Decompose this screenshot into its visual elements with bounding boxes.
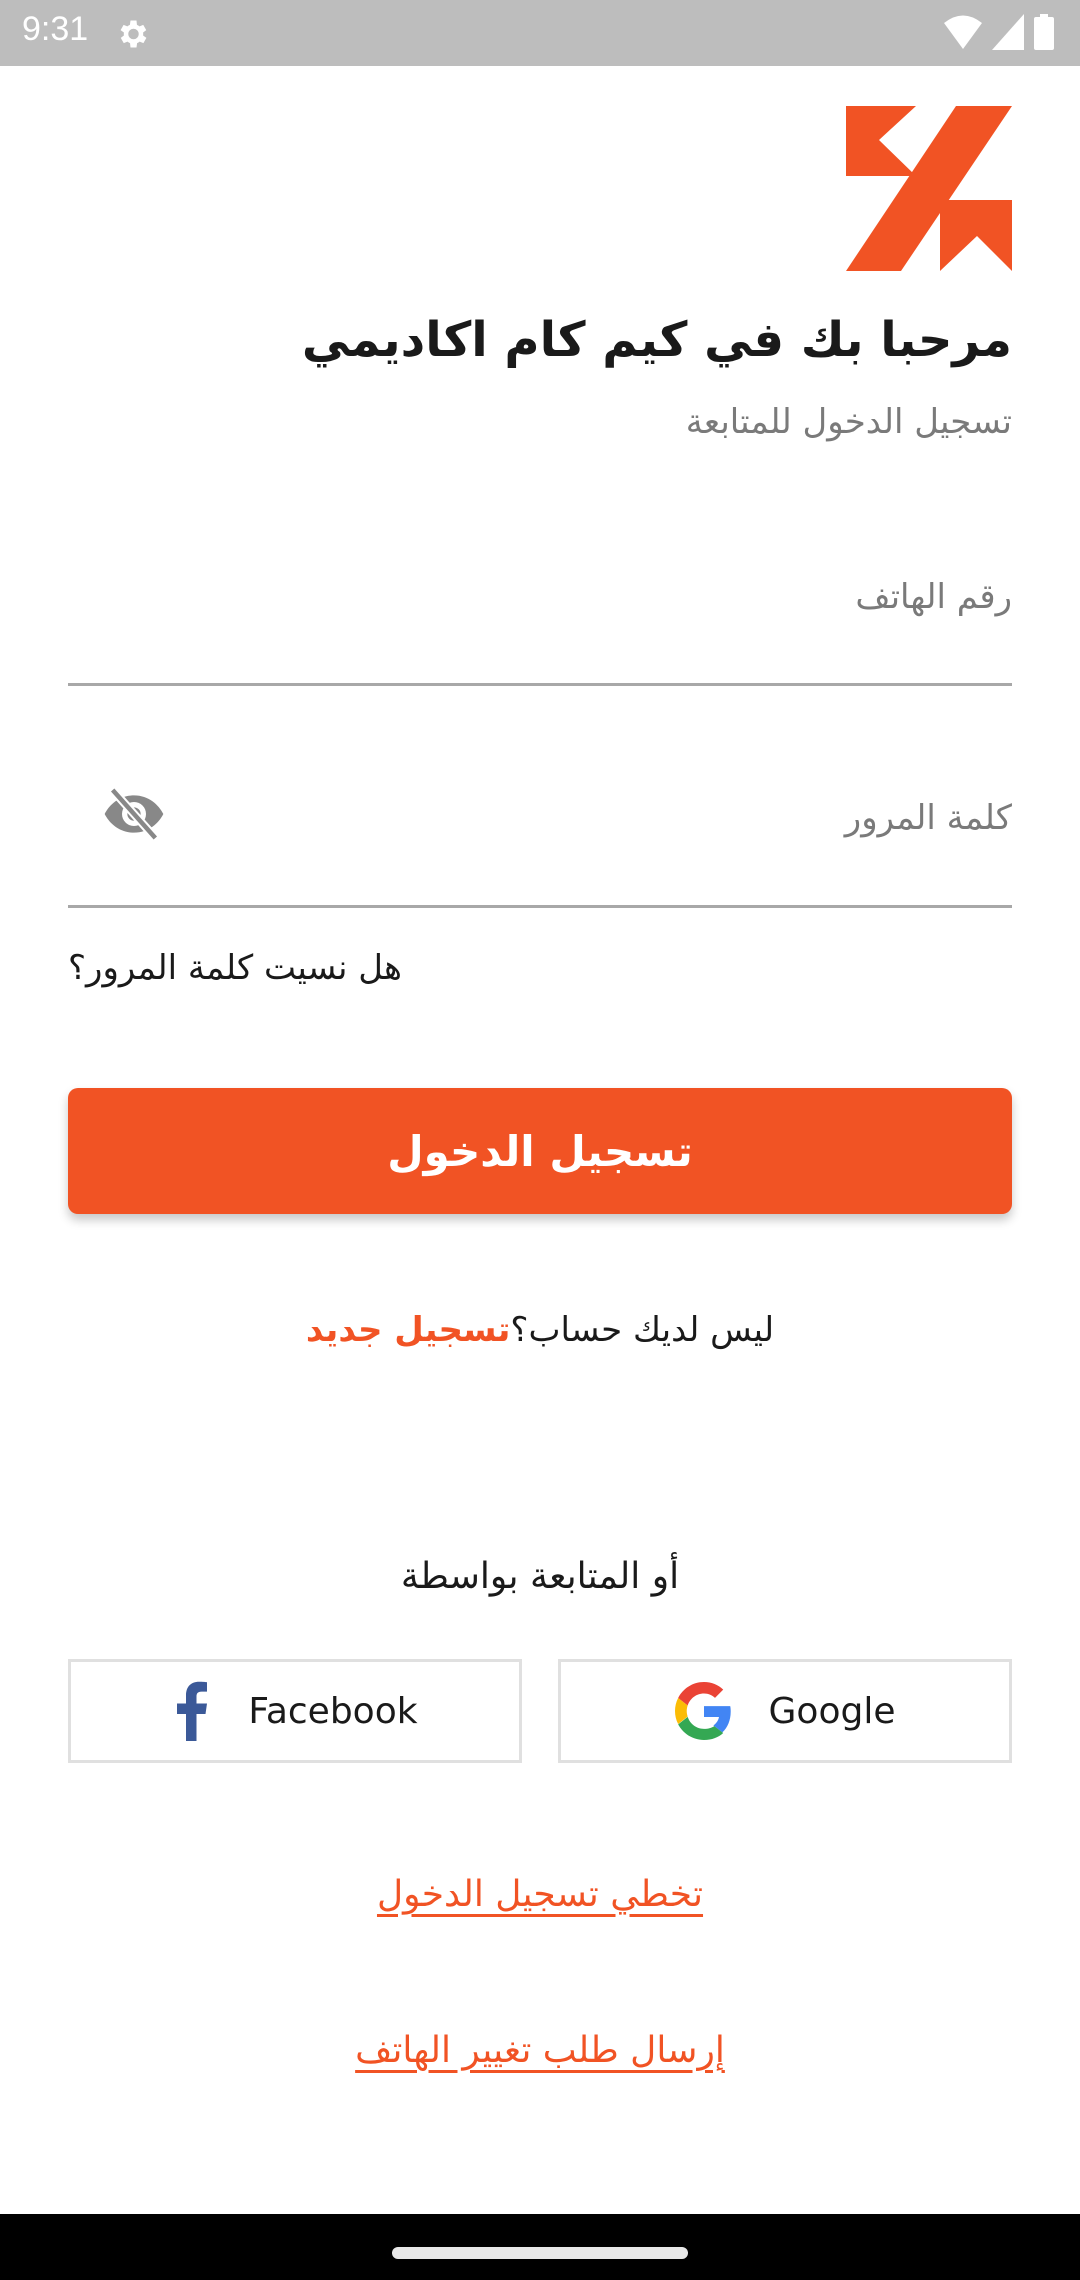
register-link[interactable]: تسجيل جديد	[306, 1310, 510, 1350]
google-icon	[674, 1682, 731, 1740]
login-button[interactable]: تسجيل الدخول	[68, 1088, 1012, 1214]
brand-logo	[846, 106, 1012, 271]
register-prompt-line: ليس لديك حساب؟تسجيل جديد	[0, 1310, 1080, 1350]
facebook-label: Facebook	[248, 1690, 418, 1732]
password-input[interactable]	[68, 760, 1012, 905]
wifi-icon	[944, 15, 982, 49]
forgot-password-link[interactable]: هل نسيت كلمة المرور؟	[68, 948, 402, 988]
change-phone-request-link[interactable]: إرسال طلب تغيير الهاتف	[0, 2030, 1080, 2071]
status-bar: 9:31	[0, 0, 1080, 66]
facebook-login-button[interactable]: Facebook	[68, 1659, 522, 1763]
welcome-title: مرحبا بك في كيم كام اكاديمي	[301, 312, 1012, 368]
phone-field[interactable]	[68, 540, 1012, 686]
status-icons	[944, 14, 1054, 50]
password-field[interactable]	[68, 760, 1012, 908]
welcome-subtitle: تسجيل الدخول للمتابعة	[685, 402, 1012, 442]
social-login-label: أو المتابعة بواسطة	[400, 1556, 680, 1597]
google-login-button[interactable]: Google	[558, 1659, 1012, 1763]
facebook-icon	[177, 1681, 208, 1741]
settings-gear-icon	[120, 20, 147, 48]
google-label: Google	[768, 1690, 896, 1732]
phone-input[interactable]	[68, 540, 1012, 683]
register-prompt: ليس لديك حساب؟	[510, 1310, 775, 1350]
eye-off-icon[interactable]	[102, 782, 166, 846]
signal-icon	[992, 14, 1024, 50]
battery-icon	[1034, 14, 1054, 50]
skip-login-link[interactable]: تخطي تسجيل الدخول	[0, 1874, 1080, 1915]
status-time: 9:31	[22, 10, 89, 48]
home-gesture-handle[interactable]	[392, 2247, 688, 2259]
